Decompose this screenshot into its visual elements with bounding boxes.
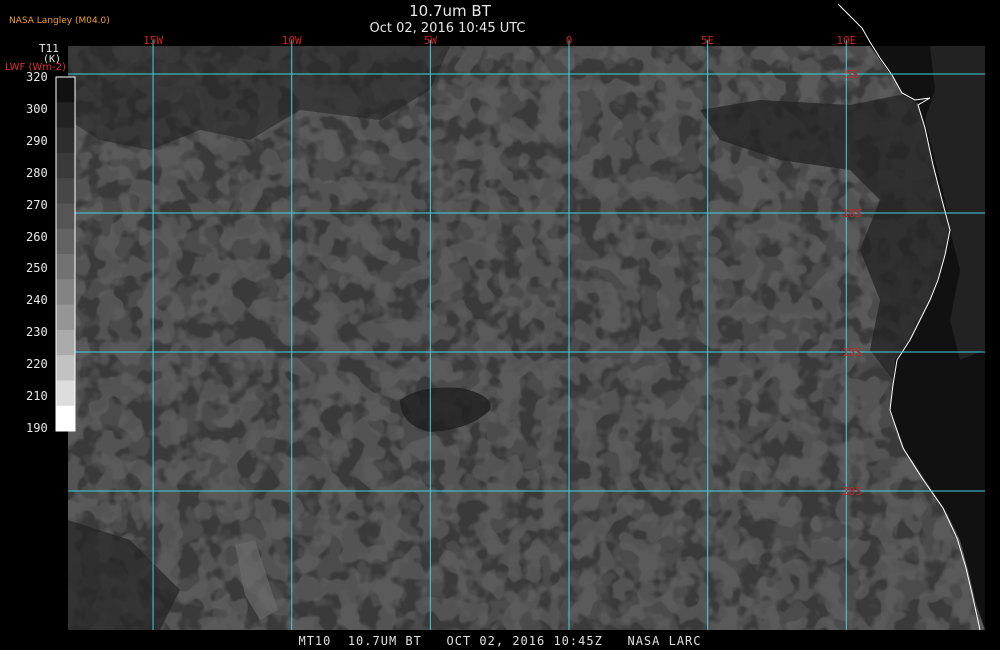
colorbar-step: [56, 102, 75, 129]
longitude-label: 0: [566, 34, 573, 47]
colorbar-tick-label: 190: [26, 421, 48, 435]
colorbar-tick-label: 320: [26, 70, 48, 84]
longitude-label: 15W: [143, 34, 163, 47]
satellite-image-viewer: 10.7um BT Oct 02, 2016 10:45 UTC NASA La…: [0, 0, 1000, 650]
colorbar-tick-label: 300: [26, 101, 48, 116]
colorbar-tick-label: 220: [26, 357, 48, 372]
colorbar-step: [56, 355, 75, 381]
latitude-label: 10S: [842, 207, 862, 220]
colorbar-tick-label: 280: [26, 165, 48, 180]
colorbar-step: [56, 254, 75, 280]
colorbar-tick-label: 250: [26, 261, 48, 276]
colorbar-step: [56, 77, 75, 103]
latitude-label: 15S: [842, 346, 862, 359]
latitude-label: 5S: [845, 68, 858, 81]
colorbar-step: [56, 152, 75, 179]
longitude-label: 5W: [424, 34, 438, 47]
map-canvas[interactable]: 15W 10W 5W 0 5E 10E 5S 10S 15S 20S: [0, 0, 1000, 650]
longitude-label: 10E: [836, 34, 856, 47]
colorbar-tick-label: 230: [26, 325, 48, 340]
colorbar-step: [56, 228, 75, 255]
colorbar-tick-label: 290: [26, 133, 48, 148]
colorbar-step: [56, 329, 75, 356]
colorbar-step: [56, 279, 75, 306]
colorbar-tick-label: 210: [26, 389, 48, 404]
colorbar-step: [56, 304, 75, 331]
colorbar-step: [56, 380, 75, 407]
cloud-texture: [68, 46, 985, 630]
colorbar-tick-label: 240: [26, 293, 48, 308]
longitude-label: 10W: [282, 34, 302, 47]
colorbar-tick-label: 270: [26, 197, 48, 212]
colorbar-step: [56, 178, 75, 204]
longitude-label: 5E: [701, 34, 714, 47]
footer-caption: MT10 10.7UM BT OCT 02, 2016 10:45Z NASA …: [298, 634, 702, 648]
colorbar-step: [56, 203, 75, 230]
colorbar-step: [56, 405, 75, 432]
colorbar-step: [56, 127, 75, 154]
colorbar: [55, 76, 76, 432]
colorbar-tick-label: 260: [26, 229, 48, 244]
latitude-label: 20S: [842, 485, 862, 498]
